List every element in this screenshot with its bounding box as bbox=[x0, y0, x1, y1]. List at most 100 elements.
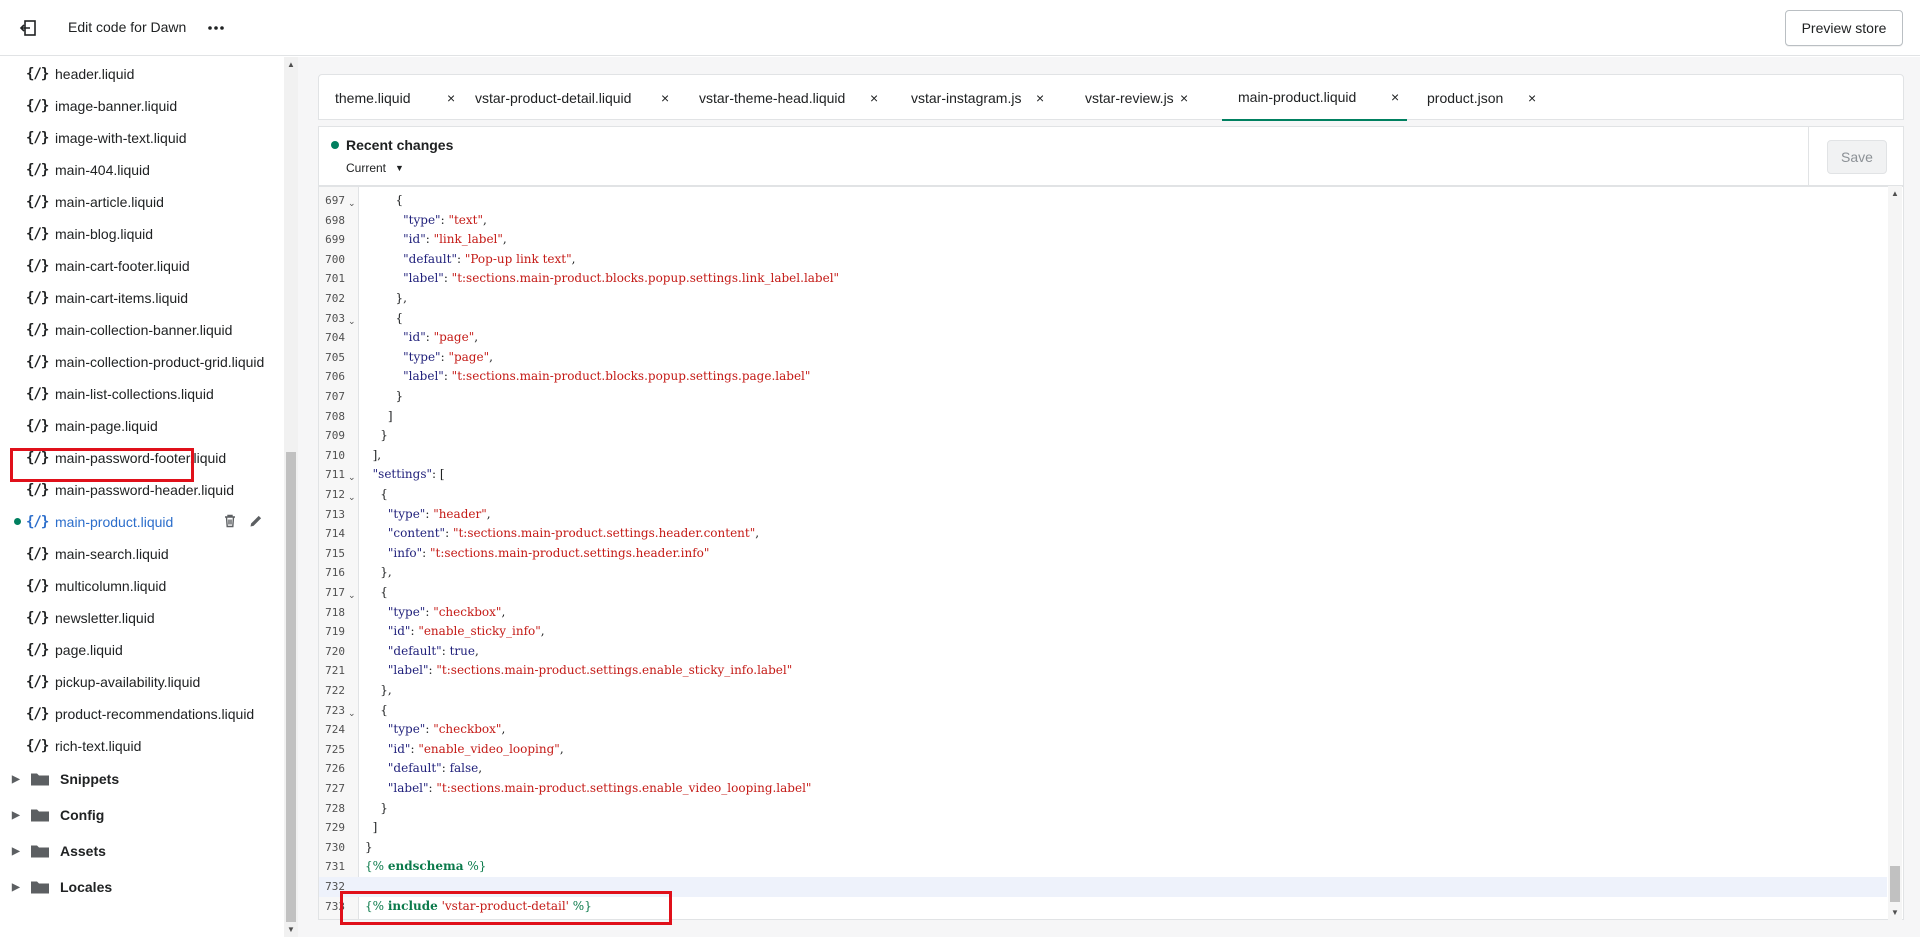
save-button[interactable]: Save bbox=[1827, 140, 1887, 174]
code-line[interactable]: 731 {% endschema %} bbox=[319, 857, 1887, 877]
code-line[interactable]: 726 "default": false, bbox=[319, 759, 1887, 779]
line-number: 707 bbox=[325, 390, 345, 403]
code-token: { bbox=[365, 702, 388, 717]
file-item[interactable]: {/} image-banner.liquid bbox=[14, 92, 274, 120]
caret-right-icon[interactable]: ▶ bbox=[12, 846, 22, 857]
scroll-up-icon[interactable]: ▲ bbox=[287, 60, 295, 69]
close-icon[interactable]: × bbox=[1180, 90, 1188, 106]
tab-product-json[interactable]: product.json × bbox=[1427, 75, 1542, 121]
code-line[interactable]: 713 "type": "header", bbox=[319, 505, 1887, 525]
code-line[interactable]: 701 "label": "t:sections.main-product.bl… bbox=[319, 269, 1887, 289]
code-line[interactable]: 729 ] bbox=[319, 818, 1887, 838]
folder-item[interactable]: ▶ Config bbox=[12, 801, 104, 829]
code-line[interactable]: 709 } bbox=[319, 426, 1887, 446]
file-item[interactable]: {/} rich-text.liquid bbox=[14, 732, 274, 760]
file-item[interactable]: {/} main-404.liquid bbox=[14, 156, 274, 184]
code-token: "label" bbox=[403, 369, 444, 384]
close-icon[interactable]: × bbox=[661, 90, 669, 106]
code-line[interactable]: 697 ⌄ { bbox=[319, 191, 1887, 211]
code-line[interactable]: 705 "type": "page", bbox=[319, 348, 1887, 368]
file-item[interactable]: {/} main-article.liquid bbox=[14, 188, 274, 216]
file-item[interactable]: {/} main-collection-product-grid.liquid bbox=[14, 348, 274, 376]
close-icon[interactable]: × bbox=[1036, 90, 1044, 106]
code-line[interactable]: 717 ⌄ { bbox=[319, 583, 1887, 603]
folder-item[interactable]: ▶ Locales bbox=[12, 873, 112, 901]
file-item[interactable]: {/} newsletter.liquid bbox=[14, 604, 274, 632]
file-item[interactable]: {/} product-recommendations.liquid bbox=[14, 700, 274, 728]
code-line[interactable]: 722 }, bbox=[319, 681, 1887, 701]
tab-theme-liquid[interactable]: theme.liquid × bbox=[335, 75, 461, 121]
line-number: 723 bbox=[325, 703, 345, 717]
code-line[interactable]: 712 ⌄ { bbox=[319, 485, 1887, 505]
tab-vstar-product-detail-liquid[interactable]: vstar-product-detail.liquid × bbox=[475, 75, 675, 121]
folder-item[interactable]: ▶ Assets bbox=[12, 837, 106, 865]
tab-vstar-theme-head-liquid[interactable]: vstar-theme-head.liquid × bbox=[699, 75, 884, 121]
tab-vstar-instagram-js[interactable]: vstar-instagram.js × bbox=[911, 75, 1050, 121]
close-icon[interactable]: × bbox=[1391, 89, 1399, 105]
file-item[interactable]: {/} main-page.liquid bbox=[14, 412, 274, 440]
caret-right-icon[interactable]: ▶ bbox=[12, 774, 22, 785]
code-line[interactable]: 714 "content": "t:sections.main-product.… bbox=[319, 524, 1887, 544]
file-item[interactable]: {/} pickup-availability.liquid bbox=[14, 668, 274, 696]
code-line[interactable]: 725 "id": "enable_video_looping", bbox=[319, 740, 1887, 760]
folder-item[interactable]: ▶ Snippets bbox=[12, 765, 119, 793]
caret-right-icon[interactable]: ▶ bbox=[12, 882, 22, 893]
code-line[interactable]: 718 "type": "checkbox", bbox=[319, 603, 1887, 623]
code-line[interactable]: 728 } bbox=[319, 799, 1887, 819]
code-line[interactable]: 704 "id": "page", bbox=[319, 328, 1887, 348]
close-icon[interactable]: × bbox=[447, 90, 455, 106]
tab-main-product-liquid[interactable]: main-product.liquid × bbox=[1222, 75, 1407, 121]
code-line[interactable]: 707 } bbox=[319, 387, 1887, 407]
file-item-active[interactable]: {/} main-product.liquid bbox=[14, 508, 274, 536]
code-line[interactable]: 700 "default": "Pop-up link text", bbox=[319, 250, 1887, 270]
caret-right-icon[interactable]: ▶ bbox=[12, 810, 22, 821]
code-line[interactable]: 721 "label": "t:sections.main-product.se… bbox=[319, 661, 1887, 681]
file-item[interactable]: {/} page.liquid bbox=[14, 636, 274, 664]
code-line[interactable]: 699 "id": "link_label", bbox=[319, 230, 1887, 250]
preview-store-button[interactable]: Preview store bbox=[1785, 10, 1903, 46]
editor-scroll-thumb[interactable] bbox=[1890, 866, 1900, 902]
code-line[interactable]: 711 ⌄ "settings": [ bbox=[319, 465, 1887, 485]
sidebar-scroll-thumb[interactable] bbox=[286, 452, 296, 922]
editor-scrollbar[interactable]: ▲ ▼ bbox=[1888, 186, 1902, 920]
scroll-up-icon[interactable]: ▲ bbox=[1891, 189, 1899, 198]
code-line[interactable]: 706 "label": "t:sections.main-product.bl… bbox=[319, 367, 1887, 387]
version-select[interactable]: Current bbox=[346, 161, 386, 175]
code-line[interactable]: 698 "type": "text", bbox=[319, 211, 1887, 231]
file-item[interactable]: {/} main-list-collections.liquid bbox=[14, 380, 274, 408]
file-item[interactable]: {/} multicolumn.liquid bbox=[14, 572, 274, 600]
trash-icon[interactable] bbox=[222, 513, 238, 532]
scroll-down-icon[interactable]: ▼ bbox=[1891, 908, 1899, 917]
file-item[interactable]: {/} image-with-text.liquid bbox=[14, 124, 274, 152]
line-number: 697 bbox=[325, 194, 345, 207]
code-line[interactable]: 730} bbox=[319, 838, 1887, 858]
file-item[interactable]: {/} main-blog.liquid bbox=[14, 220, 274, 248]
code-line[interactable]: 727 "label": "t:sections.main-product.se… bbox=[319, 779, 1887, 799]
code-line[interactable]: 720 "default": true, bbox=[319, 642, 1887, 662]
close-icon[interactable]: × bbox=[1528, 90, 1536, 106]
file-item[interactable]: {/} main-search.liquid bbox=[14, 540, 274, 568]
code-editor[interactable]: 697 ⌄ {698 "type": "text", 699 "id": "link… bbox=[318, 186, 1904, 920]
sidebar-scrollbar[interactable]: ▲ ▼ bbox=[284, 57, 298, 937]
tab-vstar-review-js[interactable]: vstar-review.js × bbox=[1085, 75, 1194, 121]
code-line[interactable]: 716 }, bbox=[319, 563, 1887, 583]
code-line[interactable]: 724 "type": "checkbox", bbox=[319, 720, 1887, 740]
pencil-icon[interactable] bbox=[248, 513, 264, 532]
file-item[interactable]: {/} main-cart-items.liquid bbox=[14, 284, 274, 312]
code-line[interactable]: 703 ⌄ { bbox=[319, 309, 1887, 329]
caret-down-icon[interactable]: ▼ bbox=[395, 163, 404, 173]
code-line[interactable]: 708 ] bbox=[319, 407, 1887, 427]
code-line[interactable]: 723 ⌄ { bbox=[319, 701, 1887, 721]
file-item[interactable]: {/} header.liquid bbox=[14, 60, 274, 88]
file-item[interactable]: {/} main-collection-banner.liquid bbox=[14, 316, 274, 344]
code-line[interactable]: 719 "id": "enable_sticky_info", bbox=[319, 622, 1887, 642]
exit-icon[interactable] bbox=[14, 14, 42, 42]
close-icon[interactable]: × bbox=[870, 90, 878, 106]
more-horizontal-icon[interactable] bbox=[204, 16, 228, 40]
file-item[interactable]: {/} main-cart-footer.liquid bbox=[14, 252, 274, 280]
code-line[interactable]: 702 }, bbox=[319, 289, 1887, 309]
code-line[interactable]: 715 "info": "t:sections.main-product.set… bbox=[319, 544, 1887, 564]
scroll-down-icon[interactable]: ▼ bbox=[287, 925, 295, 934]
code-token: , bbox=[486, 506, 491, 521]
code-line[interactable]: 710 ], bbox=[319, 446, 1887, 466]
